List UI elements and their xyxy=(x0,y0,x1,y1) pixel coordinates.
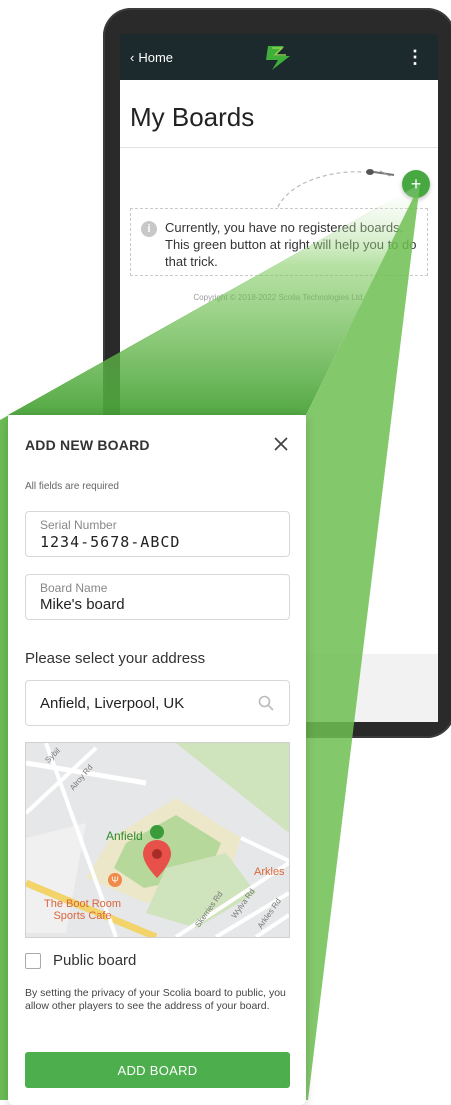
address-search-input[interactable]: Anfield, Liverpool, UK xyxy=(25,680,290,726)
stadium-icon xyxy=(150,825,164,839)
public-board-label: Public board xyxy=(53,952,137,969)
info-icon: i xyxy=(141,221,157,237)
board-name-label: Board Name xyxy=(40,581,108,595)
back-button[interactable]: ‹ Home xyxy=(130,50,173,65)
app-bar: ‹ Home ⋮ xyxy=(120,34,438,80)
dart-icon xyxy=(366,169,395,177)
title-divider xyxy=(120,147,438,148)
address-map[interactable]: Sybil Alroy Rd Anfield Ψ Arkles The Boot… xyxy=(25,742,290,938)
privacy-note: By setting the privacy of your Scolia bo… xyxy=(25,987,286,1012)
empty-state-message: i Currently, you have no registered boar… xyxy=(130,208,428,276)
board-name-field[interactable]: Board Name Mike's board xyxy=(25,574,290,620)
scolia-logo-icon xyxy=(266,46,290,70)
serial-number-label: Serial Number xyxy=(40,518,117,532)
address-heading: Please select your address xyxy=(25,650,206,667)
page-title: My Boards xyxy=(130,102,255,132)
public-board-toggle[interactable]: Public board xyxy=(25,952,136,969)
chevron-left-icon: ‹ xyxy=(130,49,135,65)
address-value: Anfield, Liverpool, UK xyxy=(40,694,185,712)
dart-trail-decoration xyxy=(277,169,395,208)
copyright-text: Copyright © 2018-2022 Scolia Technologie… xyxy=(193,293,365,302)
map-label-arkles: Arkles xyxy=(254,866,285,878)
modal-title: ADD NEW BOARD xyxy=(25,437,150,453)
add-board-fab[interactable]: + xyxy=(402,170,430,198)
serial-number-value: 1234-5678-ABCD xyxy=(40,533,181,551)
serial-number-field[interactable]: Serial Number 1234-5678-ABCD xyxy=(25,511,290,557)
back-label: Home xyxy=(138,49,174,65)
restaurant-icon: Ψ xyxy=(108,873,122,887)
map-label-boot-room-line1: The Boot Room xyxy=(44,898,122,910)
add-board-modal: ADD NEW BOARD All fields are required Se… xyxy=(8,415,306,1105)
map-label-boot-room-line2: Sports Cafe xyxy=(53,910,112,922)
required-note: All fields are required xyxy=(25,481,119,492)
empty-state-text: Currently, you have no registered boards… xyxy=(165,220,417,269)
location-pin-icon xyxy=(143,840,171,878)
search-icon[interactable] xyxy=(257,694,275,712)
map-label-anfield: Anfield xyxy=(106,829,143,843)
board-name-value: Mike's board xyxy=(40,596,125,613)
public-board-checkbox[interactable] xyxy=(25,952,41,969)
add-board-button[interactable]: ADD BOARD xyxy=(25,1052,290,1088)
map-label-boot-room: The Boot Room Sports Cafe xyxy=(44,898,121,922)
close-icon[interactable] xyxy=(270,433,292,455)
overflow-menu-icon[interactable]: ⋮ xyxy=(402,46,428,68)
